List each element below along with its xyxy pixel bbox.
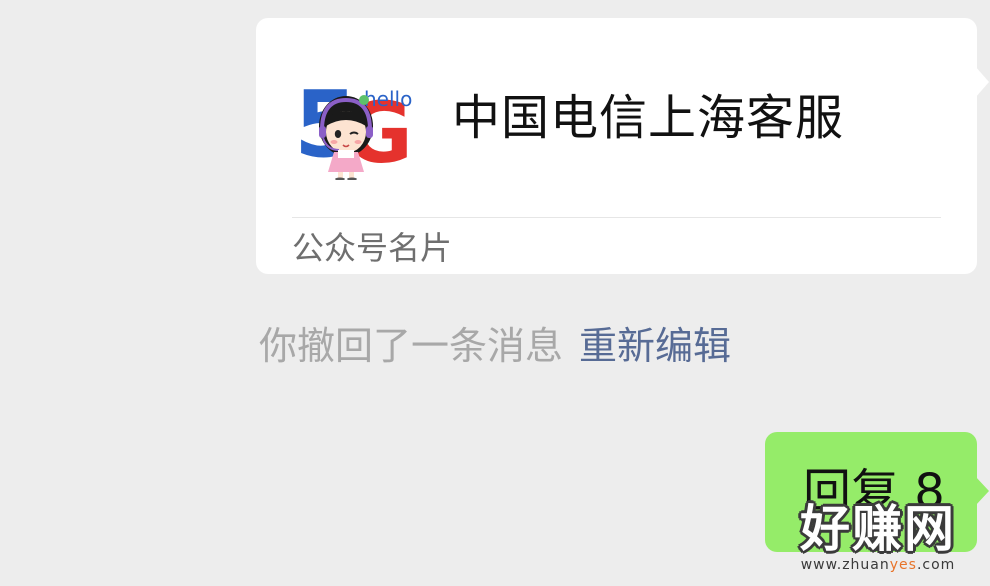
re-edit-link[interactable]: 重新编辑: [579, 324, 731, 368]
recall-notice-text: 你撤回了一条消息: [258, 324, 563, 368]
card-bubble-tail: [975, 66, 989, 98]
recall-notice: 你撤回了一条消息 重新编辑: [0, 322, 990, 370]
watermark-url-highlight: yes: [889, 557, 917, 573]
watermark-url-prefix: www.zhuan: [800, 557, 890, 573]
official-account-avatar-icon: 5 G hello: [294, 71, 413, 180]
card-divider: [292, 217, 941, 218]
site-watermark: 好赚网 www.zhuanyes.com: [778, 500, 978, 580]
card-type-label: 公众号名片: [292, 229, 453, 267]
watermark-url: www.zhuanyes.com: [778, 556, 978, 574]
contact-card-message[interactable]: 5 G hello: [256, 18, 989, 274]
card-account-name: 中国电信上海客服: [452, 90, 845, 146]
chat-view: 5 G hello: [0, 0, 990, 586]
watermark-url-suffix: .com: [916, 557, 956, 573]
watermark-logo-text: 好赚网: [800, 500, 956, 558]
svg-text:hello: hello: [364, 87, 412, 111]
